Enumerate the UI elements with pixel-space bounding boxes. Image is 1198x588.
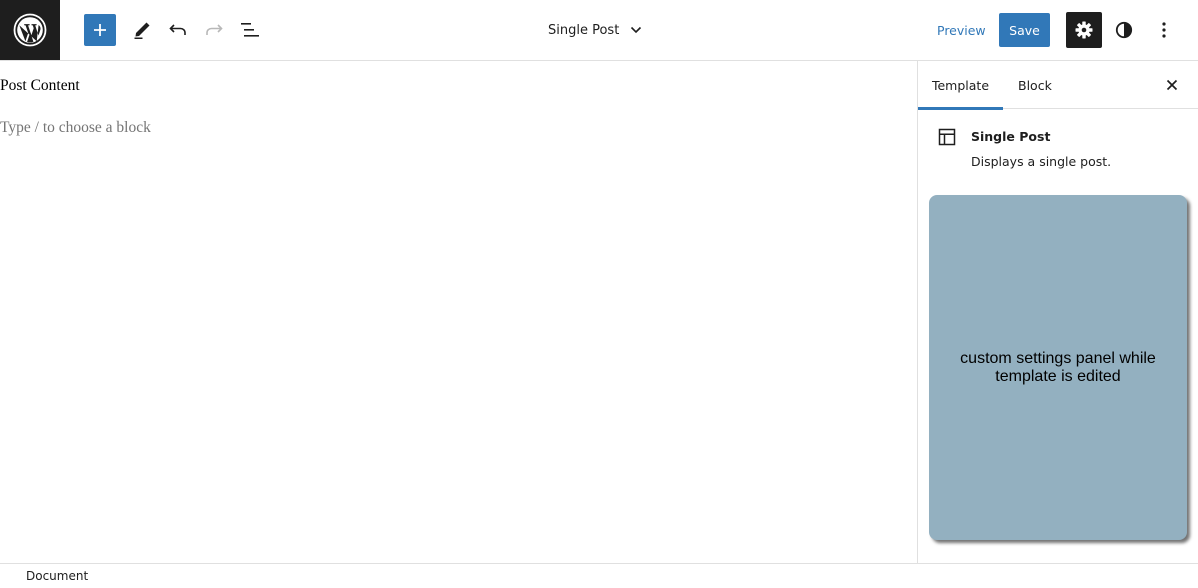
custom-settings-panel: custom settings panel while template is … bbox=[929, 195, 1187, 540]
breadcrumb[interactable]: Document bbox=[26, 569, 88, 583]
post-content-label: Post Content bbox=[0, 77, 80, 94]
block-placeholder[interactable]: Type / to choose a block bbox=[0, 119, 151, 137]
tab-template[interactable]: Template bbox=[918, 61, 1003, 110]
layout-icon bbox=[938, 128, 956, 146]
preview-button[interactable]: Preview bbox=[928, 13, 995, 47]
add-block-button[interactable] bbox=[84, 14, 116, 46]
edit-tool-button[interactable] bbox=[124, 12, 160, 48]
editor-canvas: Post Content Type / to choose a block bbox=[0, 61, 917, 563]
document-title: Single Post bbox=[548, 22, 620, 38]
redo-icon bbox=[206, 24, 223, 35]
close-icon bbox=[1166, 79, 1178, 91]
undo-icon bbox=[169, 24, 186, 35]
options-menu-button[interactable] bbox=[1146, 12, 1182, 48]
plus-icon bbox=[94, 24, 106, 36]
editor-footer: Document bbox=[0, 563, 1198, 588]
chevron-down-icon bbox=[631, 26, 642, 34]
sidebar-tabs: Template Block bbox=[918, 61, 1198, 110]
tab-block[interactable]: Block bbox=[1010, 61, 1060, 109]
list-view-icon bbox=[241, 23, 259, 37]
gear-icon bbox=[1075, 21, 1093, 39]
vertical-ellipsis-icon bbox=[1162, 22, 1166, 38]
settings-sidebar: Template Block Single Post Displays a si… bbox=[917, 61, 1198, 563]
close-sidebar-button[interactable] bbox=[1156, 69, 1188, 101]
save-button[interactable]: Save bbox=[999, 13, 1050, 47]
list-view-button[interactable] bbox=[232, 12, 268, 48]
editor-header: Single Post Preview Save bbox=[0, 0, 1198, 61]
template-description: Displays a single post. bbox=[971, 154, 1112, 169]
redo-button[interactable] bbox=[196, 12, 232, 48]
styles-button[interactable] bbox=[1106, 12, 1142, 48]
template-name: Single Post bbox=[971, 129, 1051, 144]
half-circle-icon bbox=[1115, 21, 1133, 39]
wordpress-icon bbox=[13, 13, 47, 47]
document-title-dropdown[interactable]: Single Post bbox=[548, 16, 643, 44]
settings-button[interactable] bbox=[1066, 12, 1102, 48]
custom-panel-text: custom settings panel while template is … bbox=[960, 349, 1156, 385]
wordpress-logo-button[interactable] bbox=[0, 0, 60, 60]
undo-button[interactable] bbox=[160, 12, 196, 48]
pencil-icon bbox=[134, 22, 150, 39]
